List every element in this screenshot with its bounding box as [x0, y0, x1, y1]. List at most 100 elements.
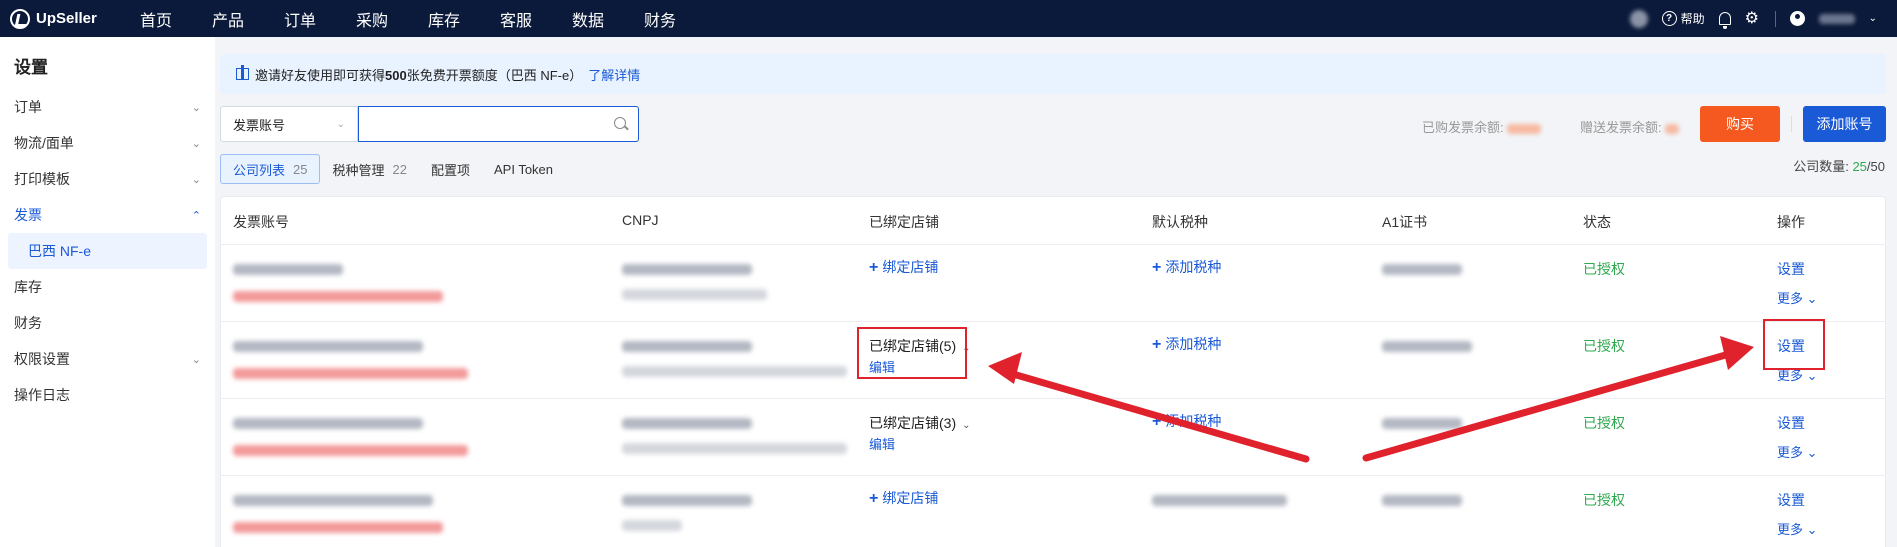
company-count-current: 25	[1852, 159, 1867, 174]
cnpj-redacted	[622, 341, 752, 352]
gift-balance-redacted	[1665, 123, 1680, 134]
bound-shops-label: 已绑定店铺(3)	[869, 415, 957, 431]
plus-icon: +	[1152, 413, 1162, 430]
sidebar-item-orders[interactable]: 订单 ⌄	[0, 89, 215, 125]
tab-label: 税种管理	[332, 162, 385, 178]
sidebar-item-operation-log[interactable]: 操作日志	[0, 377, 215, 413]
nav-data[interactable]: 数据	[572, 7, 644, 31]
plus-icon: +	[1152, 259, 1162, 276]
search-input[interactable]	[369, 107, 599, 139]
search-toolbar: 发票账号 ⌄ 已购发票余额: 赠送发票余额: 购买 添加账号	[220, 106, 1887, 144]
search-field-select[interactable]: 发票账号 ⌄	[220, 106, 358, 142]
chevron-down-icon: ⌄	[1806, 291, 1818, 306]
nav-inventory[interactable]: 库存	[428, 7, 500, 31]
help-label: 帮助	[1680, 12, 1705, 26]
learn-more-link[interactable]: 了解详情	[588, 65, 640, 84]
more-dropdown[interactable]: 更多 ⌄	[1777, 288, 1818, 307]
sidebar-item-inventory[interactable]: 库存	[0, 269, 215, 305]
tab-api-token[interactable]: API Token	[482, 154, 565, 184]
sidebar-item-label: 操作日志	[14, 387, 70, 403]
add-tax-label: 添加税种	[1165, 336, 1222, 352]
status-badge: 已授权	[1583, 261, 1625, 277]
tab-count: 22	[392, 161, 407, 177]
chevron-down-icon: ⌄	[191, 101, 201, 114]
certificate-redacted	[1382, 264, 1462, 275]
header-cnpj: CNPJ	[622, 212, 659, 228]
shop-avatar[interactable]	[1629, 9, 1648, 28]
header-status: 状态	[1583, 214, 1611, 230]
add-tax-link[interactable]: + 添加税种	[1152, 334, 1221, 354]
user-icon[interactable]	[1789, 11, 1805, 26]
more-label: 更多	[1777, 445, 1804, 460]
add-tax-link[interactable]: + 添加税种	[1152, 411, 1221, 431]
nav-purchase[interactable]: 采购	[356, 7, 428, 31]
table-row: 已绑定店铺(3) ⌄ 编辑 + 添加税种 已授权 设置 更多 ⌄	[221, 399, 1885, 476]
table-row: 已绑定店铺(5) ⌄ 编辑 + 添加税种 已授权 设置 更多 ⌄	[221, 319, 1885, 399]
table-row: + 绑定店铺 + 添加税种 已授权 设置 更多 ⌄	[221, 245, 1885, 322]
search-box[interactable]	[358, 106, 639, 142]
sidebar-item-print-templates[interactable]: 打印模板 ⌄	[0, 161, 215, 197]
brand-name: UpSeller	[36, 10, 97, 27]
bind-shop-label: 绑定店铺	[882, 259, 939, 275]
account-name-redacted	[233, 495, 433, 506]
more-dropdown[interactable]: 更多 ⌄	[1777, 519, 1818, 538]
sidebar-item-label: 订单	[14, 99, 42, 115]
sidebar-item-label: 财务	[14, 315, 42, 331]
add-tax-link[interactable]: + 添加税种	[1152, 257, 1221, 277]
user-name-redacted[interactable]	[1818, 13, 1855, 24]
purchased-balance: 已购发票余额:	[1422, 117, 1542, 136]
account-name-redacted	[233, 418, 423, 429]
header-invoice-account: 发票账号	[233, 214, 289, 230]
help-button[interactable]: ? 帮助	[1661, 10, 1705, 27]
nav-customer-service[interactable]: 客服	[500, 7, 572, 31]
settings-link[interactable]: 设置	[1777, 413, 1805, 433]
settings-link[interactable]: 设置	[1777, 490, 1805, 510]
tab-label: 公司列表	[233, 162, 286, 178]
nav-finance[interactable]: 财务	[644, 7, 716, 31]
bound-shops-dropdown[interactable]: 已绑定店铺(3) ⌄	[869, 413, 971, 433]
tax-regime-redacted	[622, 520, 682, 531]
tab-tax-management[interactable]: 税种管理 22	[320, 154, 418, 184]
upseller-logo[interactable]: UpSeller	[10, 8, 120, 29]
header-bound-shops: 已绑定店铺	[869, 214, 939, 230]
sidebar-item-logistics[interactable]: 物流/面单 ⌄	[0, 125, 215, 161]
settings-sidebar: 设置 订单 ⌄ 物流/面单 ⌄ 打印模板 ⌄ 发票 ⌃ 巴西 NF-e 库存 财务 权限…	[0, 37, 215, 547]
edit-link[interactable]: 编辑	[869, 434, 895, 453]
logo-icon	[10, 8, 30, 29]
bell-icon[interactable]	[1718, 12, 1731, 29]
purchased-balance-redacted	[1507, 123, 1542, 134]
chevron-down-icon: ⌄	[1806, 445, 1818, 460]
settings-link[interactable]: 设置	[1777, 259, 1805, 279]
nav-home[interactable]: 首页	[140, 7, 212, 31]
sidebar-item-label: 权限设置	[14, 351, 70, 367]
cnpj-redacted	[622, 495, 752, 506]
add-account-button[interactable]: 添加账号	[1803, 106, 1886, 142]
sidebar-item-brazil-nfe[interactable]: 巴西 NF-e	[8, 233, 207, 269]
sidebar-item-permissions[interactable]: 权限设置 ⌄	[0, 341, 215, 377]
banner-text-bold: 500	[385, 67, 407, 83]
nav-orders[interactable]: 订单	[284, 7, 356, 31]
chevron-down-icon: ⌄	[336, 118, 345, 130]
bind-shop-link[interactable]: + 绑定店铺	[869, 488, 938, 508]
nav-products[interactable]: 产品	[212, 7, 284, 31]
sidebar-item-finance[interactable]: 财务	[0, 305, 215, 341]
gear-icon[interactable]: ⚙	[1745, 10, 1761, 27]
buy-button[interactable]: 购买	[1700, 106, 1780, 142]
certificate-redacted	[1382, 341, 1472, 352]
chevron-down-icon: ⌄	[962, 420, 971, 431]
sidebar-item-invoice[interactable]: 发票 ⌃	[0, 197, 215, 233]
sidebar-item-label: 物流/面单	[14, 135, 74, 151]
tab-label: API Token	[493, 161, 554, 177]
search-icon[interactable]	[614, 117, 626, 129]
annotation-highlight-box	[1763, 319, 1825, 370]
more-dropdown[interactable]: 更多 ⌄	[1777, 442, 1818, 461]
bind-shop-link[interactable]: + 绑定店铺	[869, 257, 938, 277]
chevron-down-icon: ⌄	[191, 137, 201, 150]
tab-config[interactable]: 配置项	[419, 154, 482, 184]
plus-icon: +	[869, 490, 879, 507]
invite-banner: 邀请好友使用即可获得500张免费开票额度（巴西 NF-e） 了解详情	[220, 54, 1886, 94]
company-count: 公司数量: 25/50	[1793, 156, 1885, 175]
chevron-down-icon[interactable]: ⌄	[1869, 13, 1877, 24]
company-table: 发票账号 CNPJ 已绑定店铺 默认税种 A1证书 状态 操作 + 绑定店铺 + 添…	[220, 196, 1886, 547]
tab-company-list[interactable]: 公司列表 25	[220, 154, 321, 184]
